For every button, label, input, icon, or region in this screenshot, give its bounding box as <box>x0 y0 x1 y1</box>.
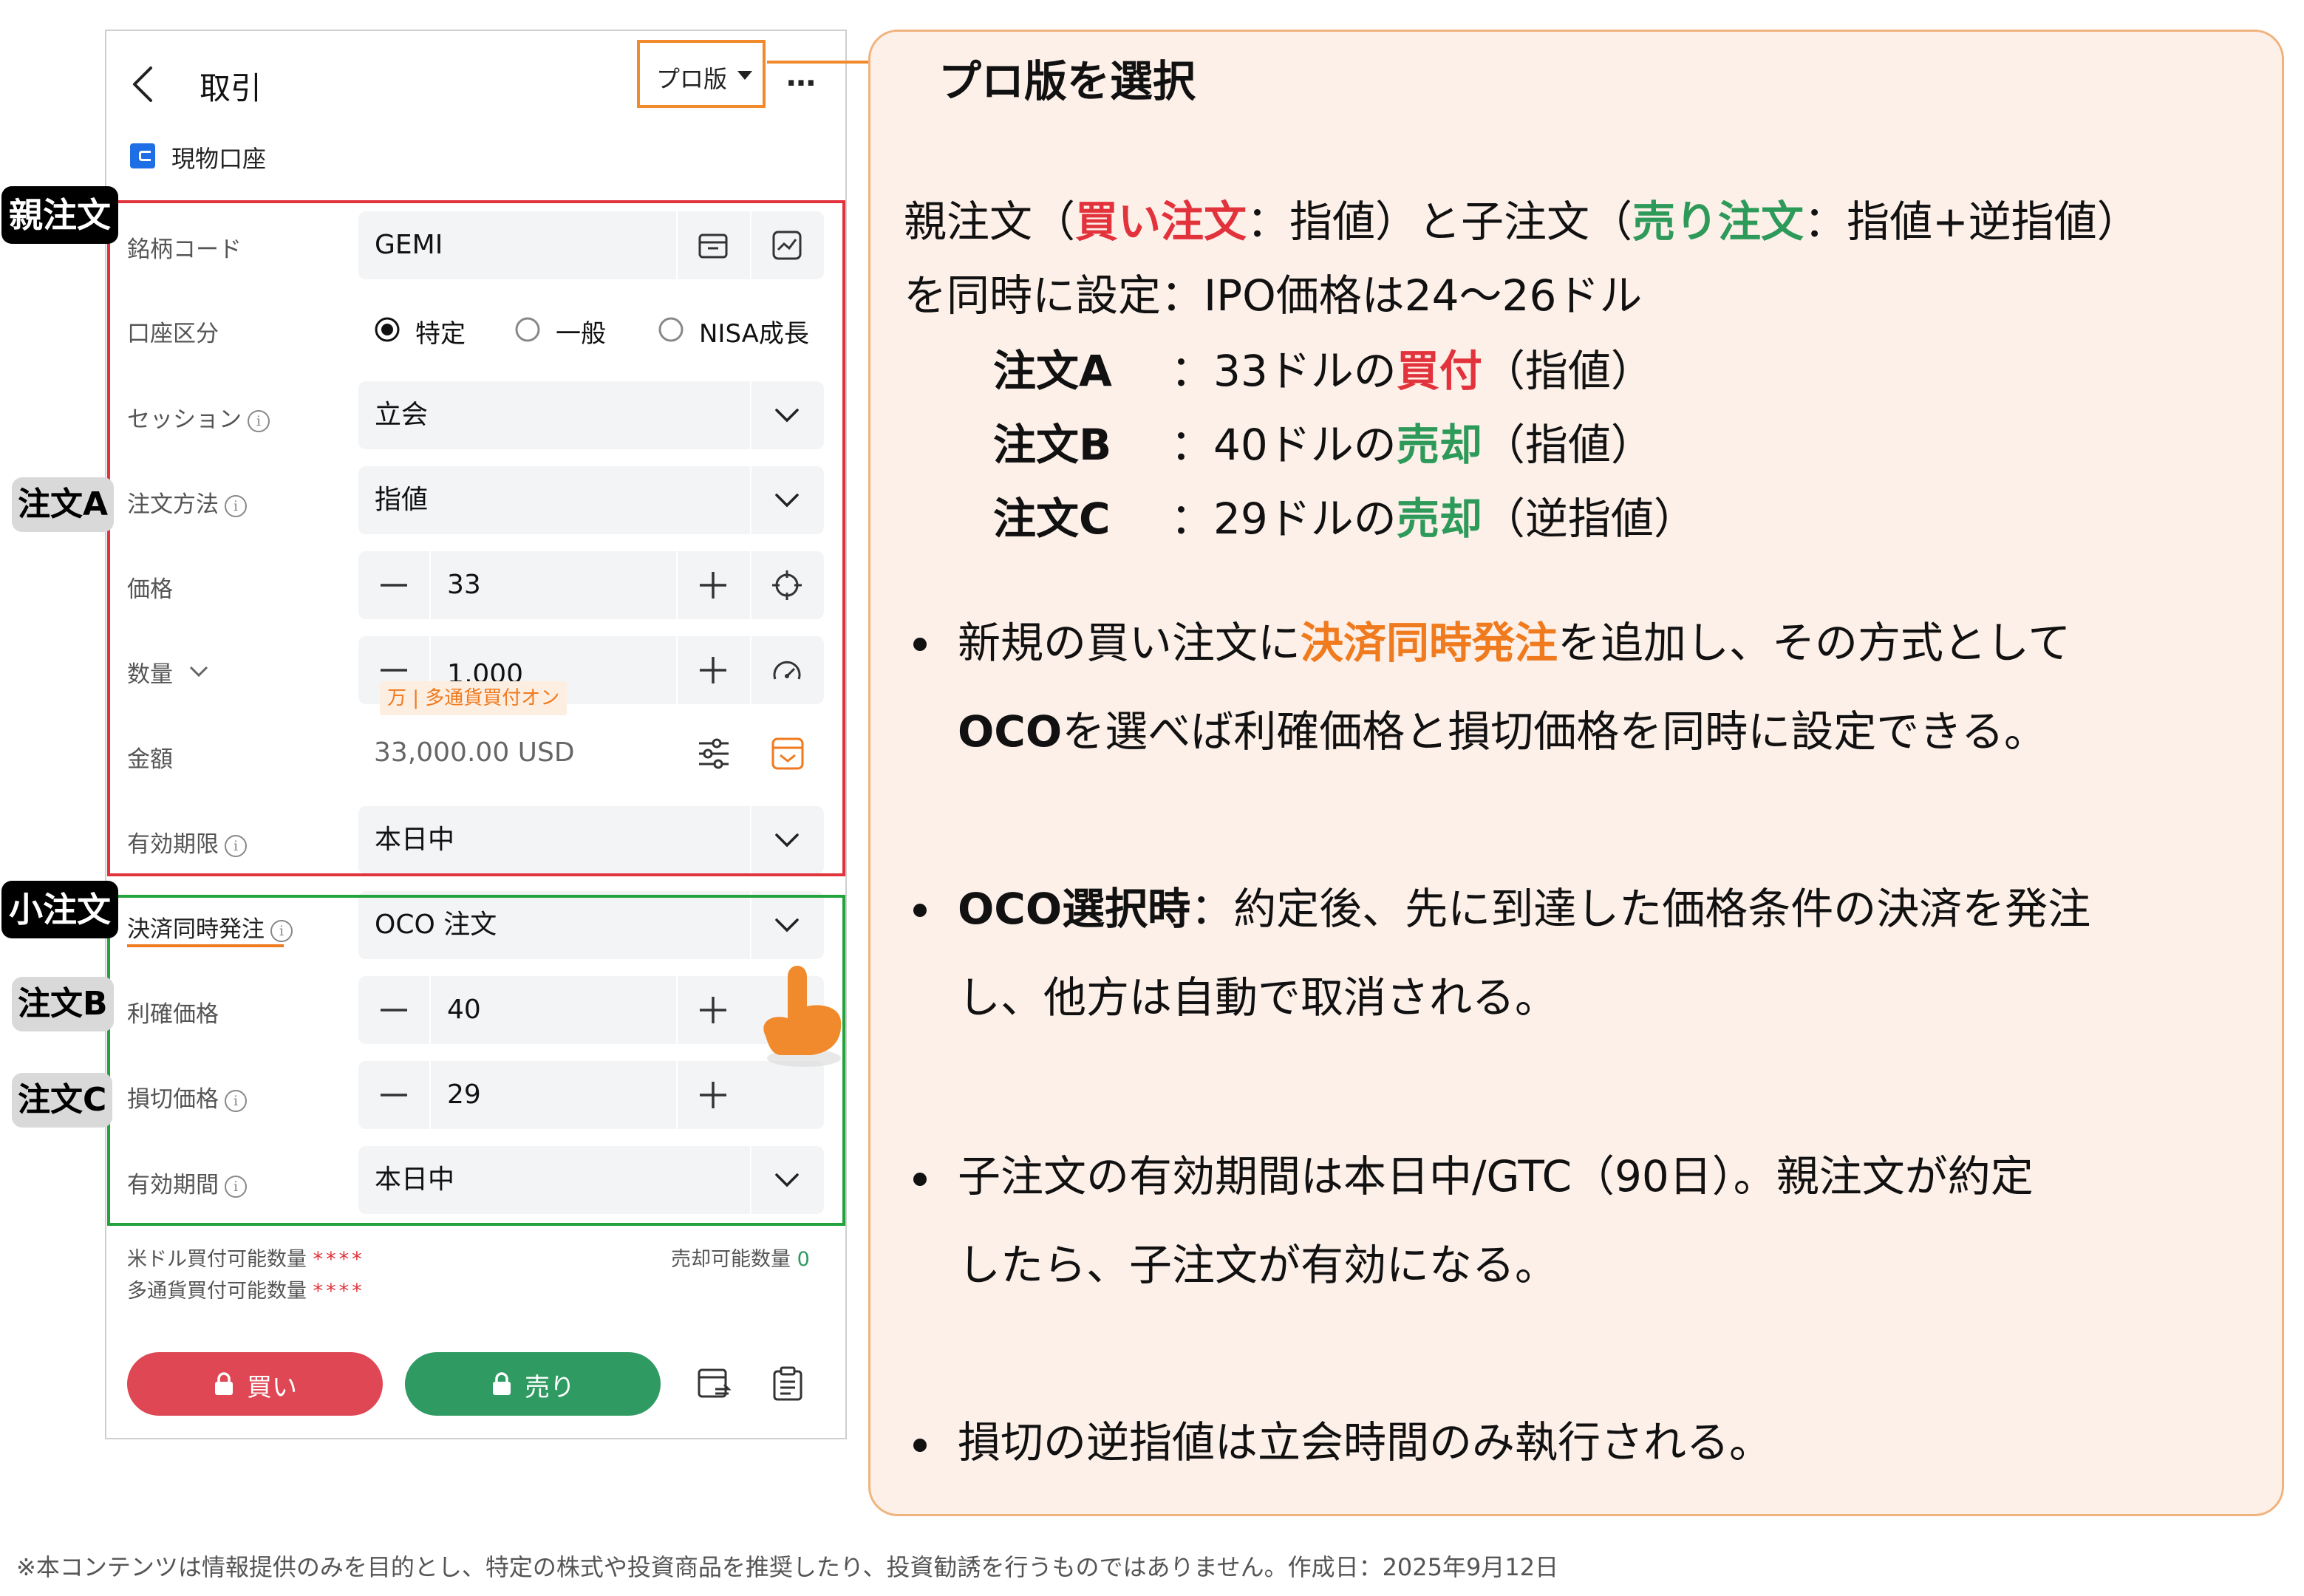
caret-down-icon <box>737 71 752 80</box>
bullet-dot <box>913 1173 927 1186</box>
child-order-tag: 小注文 <box>1 881 118 938</box>
bullet1-line1: 新規の買い注文に決済同時発注を追加し、その方式として <box>958 618 2071 668</box>
pro-version-dropdown[interactable]: プロ版 <box>637 40 766 108</box>
bullet3-line1: 子注文の有効期間は本日中/GTC（90日）。親注文が約定 <box>958 1151 2034 1201</box>
order-b-line: 注文B ：40ドルの売却（指値） <box>993 420 1654 470</box>
sell-label: 売り <box>525 1373 575 1402</box>
order-b-tag: 注文B <box>12 977 114 1031</box>
bullet2-line1: OCO選択時：約定後、先に到達した価格条件の決済を発注 <box>958 884 2091 934</box>
pro-callout-label: プロ版を選択 <box>938 56 1196 106</box>
bullet1-line2: OCOを選べば利確価格と損切価格を同時に設定できる。 <box>958 706 2048 757</box>
order-a-tag: 注文A <box>12 477 115 532</box>
bullet-dot <box>913 638 927 651</box>
account-name: 現物口座 <box>171 145 267 173</box>
parent-order-tag: 親注文 <box>1 186 118 244</box>
order-c-line: 注文C ：29ドルの売却（逆指値） <box>993 494 1697 544</box>
order-list-icon[interactable] <box>696 1365 733 1402</box>
bullet3-line2: したら、子注文が有効になる。 <box>958 1240 1558 1290</box>
bullet-dot <box>913 904 927 917</box>
more-menu-icon[interactable]: … <box>786 59 817 93</box>
child-order-frame <box>107 895 845 1226</box>
sellable-quantity: 売却可能数量 0 <box>671 1248 810 1271</box>
clipboard-icon[interactable] <box>770 1365 807 1402</box>
buy-label: 買い <box>247 1373 297 1402</box>
pro-version-label: プロ版 <box>656 65 728 93</box>
parent-order-frame <box>107 200 845 876</box>
back-arrow-icon[interactable] <box>129 62 158 106</box>
bullet4-line: 損切の逆指値は立会時間のみ執行される。 <box>958 1417 1773 1467</box>
multi-buying-power: 多通貨買付可能数量 **** <box>127 1280 365 1303</box>
lock-icon <box>215 1372 233 1395</box>
order-a-line: 注文A ：33ドルの買付（指値） <box>993 346 1654 396</box>
buy-button[interactable]: 買い <box>127 1352 383 1416</box>
explanation-line1: 親注文（買い注文：指値）と子注文（売り注文：指値+逆指値） <box>904 197 2140 247</box>
order-c-tag: 注文C <box>12 1073 113 1128</box>
lock-icon <box>493 1372 511 1395</box>
page-title: 取引 <box>200 70 262 106</box>
bullet2-line2: し、他方は自動で取消される。 <box>958 972 1558 1023</box>
explanation-panel: プロ版を選択 親注文（買い注文：指値）と子注文（売り注文：指値+逆指値） を同時… <box>868 30 2284 1516</box>
bullet-dot <box>913 1439 927 1452</box>
usd-buying-power: 米ドル買付可能数量 **** <box>127 1248 365 1271</box>
account-icon <box>130 143 155 168</box>
sell-button[interactable]: 売り <box>405 1352 661 1416</box>
explanation-line2: を同時に設定：IPO価格は24〜26ドル <box>904 270 1643 321</box>
disclaimer-text: ※本コンテンツは情報提供のみを目的とし、特定の株式や投資商品を推奨したり、投資勧… <box>16 1553 1559 1581</box>
